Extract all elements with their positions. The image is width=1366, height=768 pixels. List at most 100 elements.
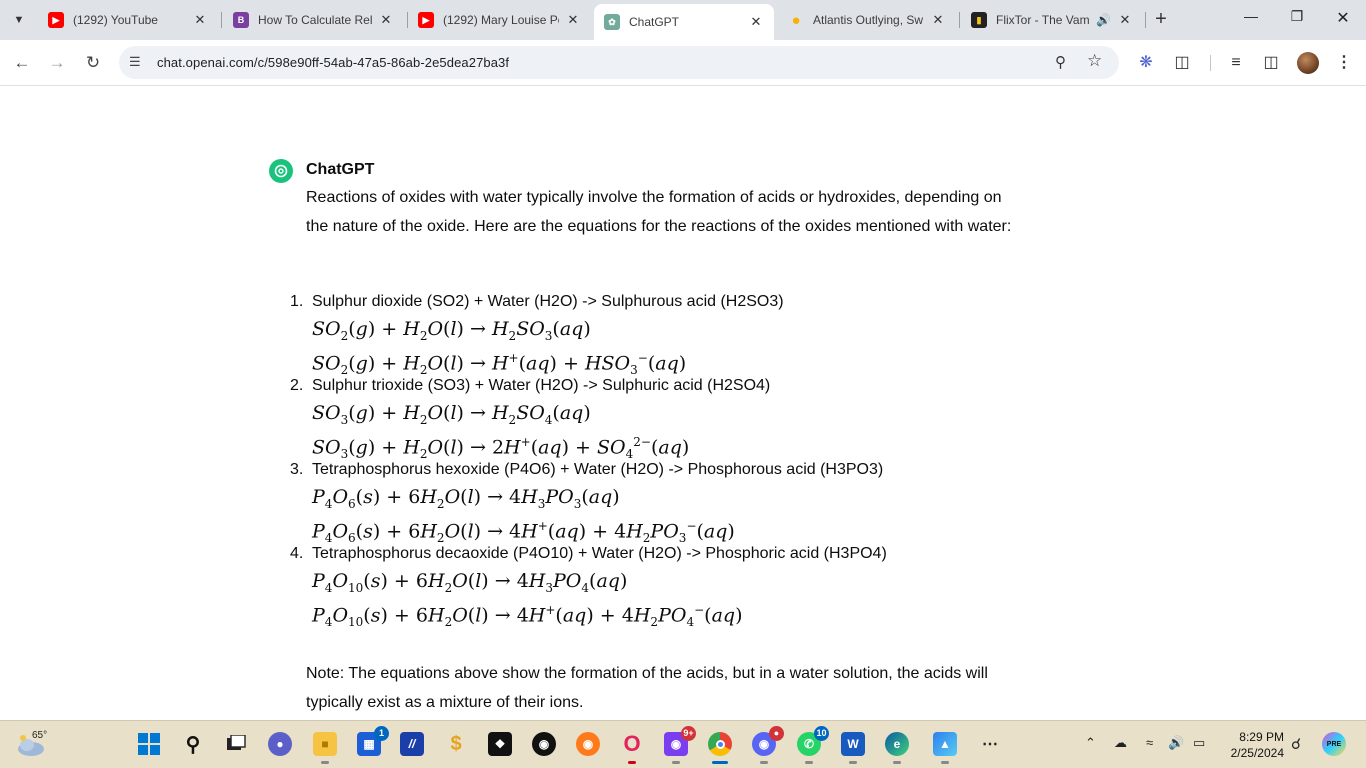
clock-date[interactable]: 2/25/2024 <box>1222 746 1284 760</box>
photos-icon[interactable]: ▲ <box>933 732 957 764</box>
openai-logo-icon <box>274 164 288 178</box>
address-bar[interactable]: ☰ chat.openai.com/c/598e90ff-54ab-47a5-8… <box>119 46 1119 79</box>
onedrive-off-icon[interactable]: ☁ <box>1114 735 1127 751</box>
tab-flixtor[interactable]: ▮ FlixTor - The Vam 🔊 ✕ <box>961 6 1143 34</box>
tab-title: (1292) YouTube <box>73 13 158 27</box>
equation: P4O6(s) + 6H2O(l) → 4H+(aq) + 4H2PO3−(aq… <box>312 519 735 546</box>
search-icon[interactable]: ⚲ <box>181 732 205 756</box>
coin-icon[interactable]: $ <box>444 732 468 756</box>
equation: P4O6(s) + 6H2O(l) → 4H3PO3(aq) <box>312 486 620 511</box>
youtube-icon: ▶ <box>48 12 64 28</box>
equation: SO2(g) + H2O(l) → H2SO3(aq) <box>312 318 591 343</box>
profile-avatar[interactable] <box>1297 52 1319 74</box>
clock-time[interactable]: 8:29 PM <box>1232 730 1284 744</box>
chevron-down-icon: ▼ <box>13 14 25 26</box>
tab-youtube[interactable]: ▶ (1292) YouTube ✕ <box>38 6 218 34</box>
discord-badge: ● <box>769 726 784 741</box>
task-view-icon[interactable] <box>224 732 248 756</box>
equation: P4O10(s) + 6H2O(l) → 4H3PO4(aq) <box>312 570 628 595</box>
tab-separator <box>959 12 960 28</box>
tab-chatgpt[interactable]: ✿ ChatGPT ✕ <box>594 4 774 40</box>
message-note: Note: The equations above show the forma… <box>306 665 988 711</box>
copilot-icon[interactable]: PRE <box>1322 732 1346 756</box>
close-icon[interactable]: ✕ <box>748 14 764 30</box>
more-apps-icon[interactable]: ⋯ <box>978 732 1002 756</box>
b-icon: B <box>233 12 249 28</box>
bookmark-star-icon[interactable]: ☆ <box>1087 51 1102 71</box>
zoom-icon[interactable]: ⚲ <box>1055 53 1066 71</box>
chevron-up-icon[interactable]: ⌃ <box>1085 735 1096 751</box>
tab-calculate[interactable]: B How To Calculate Rela ✕ <box>223 6 404 34</box>
tab-atlantis[interactable]: ● Atlantis Outlying, Sw ✕ <box>778 6 956 34</box>
tab-title: (1292) Mary Louise Pc <box>443 13 559 27</box>
tab-title: FlixTor - The Vam <box>996 13 1090 27</box>
store-badge: 1 <box>374 726 389 741</box>
tab-search-button[interactable]: ▼ <box>6 7 32 33</box>
youtube-icon: ▶ <box>418 12 434 28</box>
forward-button[interactable]: → <box>44 50 70 76</box>
toolbar-separator <box>1210 55 1211 71</box>
minimize-button[interactable]: — <box>1228 8 1274 32</box>
tab-title: ChatGPT <box>629 15 680 29</box>
close-icon[interactable]: ✕ <box>565 12 581 28</box>
reaction-title: Sulphur dioxide (SO2) + Water (H2O) -> S… <box>312 293 784 310</box>
equation: SO3(g) + H2O(l) → H2SO4(aq) <box>312 402 591 427</box>
close-icon[interactable]: ✕ <box>192 12 208 28</box>
speaker-icon[interactable]: 🔊 <box>1096 13 1111 27</box>
close-icon[interactable]: ✕ <box>930 12 946 28</box>
menu-icon[interactable]: ⋮ <box>1333 52 1355 74</box>
puzzle-icon[interactable]: ◫ <box>1171 52 1193 74</box>
list-item: 4. Tetraphosphorus decaoxide (P4O10) + W… <box>280 541 1020 629</box>
url-text[interactable]: chat.openai.com/c/598e90ff-54ab-47a5-86a… <box>157 55 509 70</box>
new-tab-button[interactable]: + <box>1150 9 1172 31</box>
close-window-button[interactable]: ✕ <box>1320 8 1366 32</box>
store-icon[interactable]: ▦ 1 <box>357 726 389 756</box>
site-settings-icon[interactable]: ☰ <box>129 54 141 70</box>
tab-strip: ▼ ▶ (1292) YouTube ✕ B How To Calculate … <box>0 0 1366 40</box>
lightbulb-icon: ● <box>791 11 801 29</box>
close-icon[interactable]: ✕ <box>1117 12 1133 28</box>
start-button[interactable] <box>137 732 161 756</box>
chrome-icon[interactable] <box>708 732 732 764</box>
whatsapp-icon[interactable]: ✆ 10 <box>797 726 829 764</box>
media-control-icon[interactable]: ≡ <box>1225 52 1247 74</box>
firefox-icon[interactable]: ◉ <box>576 732 600 756</box>
close-icon[interactable]: ✕ <box>378 12 394 28</box>
vpn-icon[interactable]: // <box>400 732 424 756</box>
office-badge: 9+ <box>681 726 696 741</box>
list-item: 1. Sulphur dioxide (SO2) + Water (H2O) -… <box>280 289 1020 378</box>
volume-icon[interactable]: 🔊 <box>1168 735 1184 751</box>
flixtor-icon: ▮ <box>971 12 987 28</box>
list-item: 2. Sulphur trioxide (SO3) + Water (H2O) … <box>280 373 1020 461</box>
word-icon[interactable]: W <box>841 732 865 764</box>
back-button[interactable]: ← <box>9 50 35 76</box>
restore-button[interactable]: ❐ <box>1274 8 1320 32</box>
list-item: 3. Tetraphosphorus hexoxide (P4O6) + Wat… <box>280 457 1020 546</box>
list-number: 4. <box>290 545 304 562</box>
wifi-icon[interactable]: ≈ <box>1146 735 1153 750</box>
github-icon[interactable]: ◉ <box>532 732 556 756</box>
figma-icon[interactable]: ❖ <box>488 732 512 756</box>
extension-icon[interactable]: ❋ <box>1135 52 1157 74</box>
reload-button[interactable]: ↻ <box>80 50 106 76</box>
weather-temp: 65° <box>32 730 48 741</box>
chatgpt-avatar <box>269 159 293 183</box>
discord-icon[interactable]: ◉ ● <box>752 726 784 764</box>
list-number: 1. <box>290 293 304 310</box>
side-panel-icon[interactable]: ◫ <box>1260 52 1282 74</box>
openai-icon: ✿ <box>604 14 620 30</box>
windows-icon <box>138 733 160 755</box>
tab-mary-louise[interactable]: ▶ (1292) Mary Louise Pc ✕ <box>408 6 591 34</box>
chat-content: ChatGPT Reactions of oxides with water t… <box>0 87 1366 720</box>
teams-chat-icon[interactable]: ● <box>268 732 292 756</box>
opera-icon[interactable]: O <box>620 731 644 764</box>
file-explorer-icon[interactable]: ■ <box>313 732 337 764</box>
windows-taskbar: 65° ⚲ ● ■ ▦ 1 // $ ❖ ◉ ◉ O ◉ 9+ ◉ ● ✆ 10 W e… <box>0 720 1366 768</box>
edge-icon[interactable]: e <box>885 732 909 764</box>
notification-bell-icon[interactable]: ☌ <box>1291 735 1301 753</box>
message-intro: Reactions of oxides with water typically… <box>306 189 1012 235</box>
tab-title: How To Calculate Rela <box>258 13 372 27</box>
battery-icon[interactable]: ▭ <box>1193 735 1205 751</box>
office-icon[interactable]: ◉ 9+ <box>664 726 696 764</box>
equation: SO2(g) + H2O(l) → H+(aq) + HSO3−(aq) <box>312 351 687 378</box>
